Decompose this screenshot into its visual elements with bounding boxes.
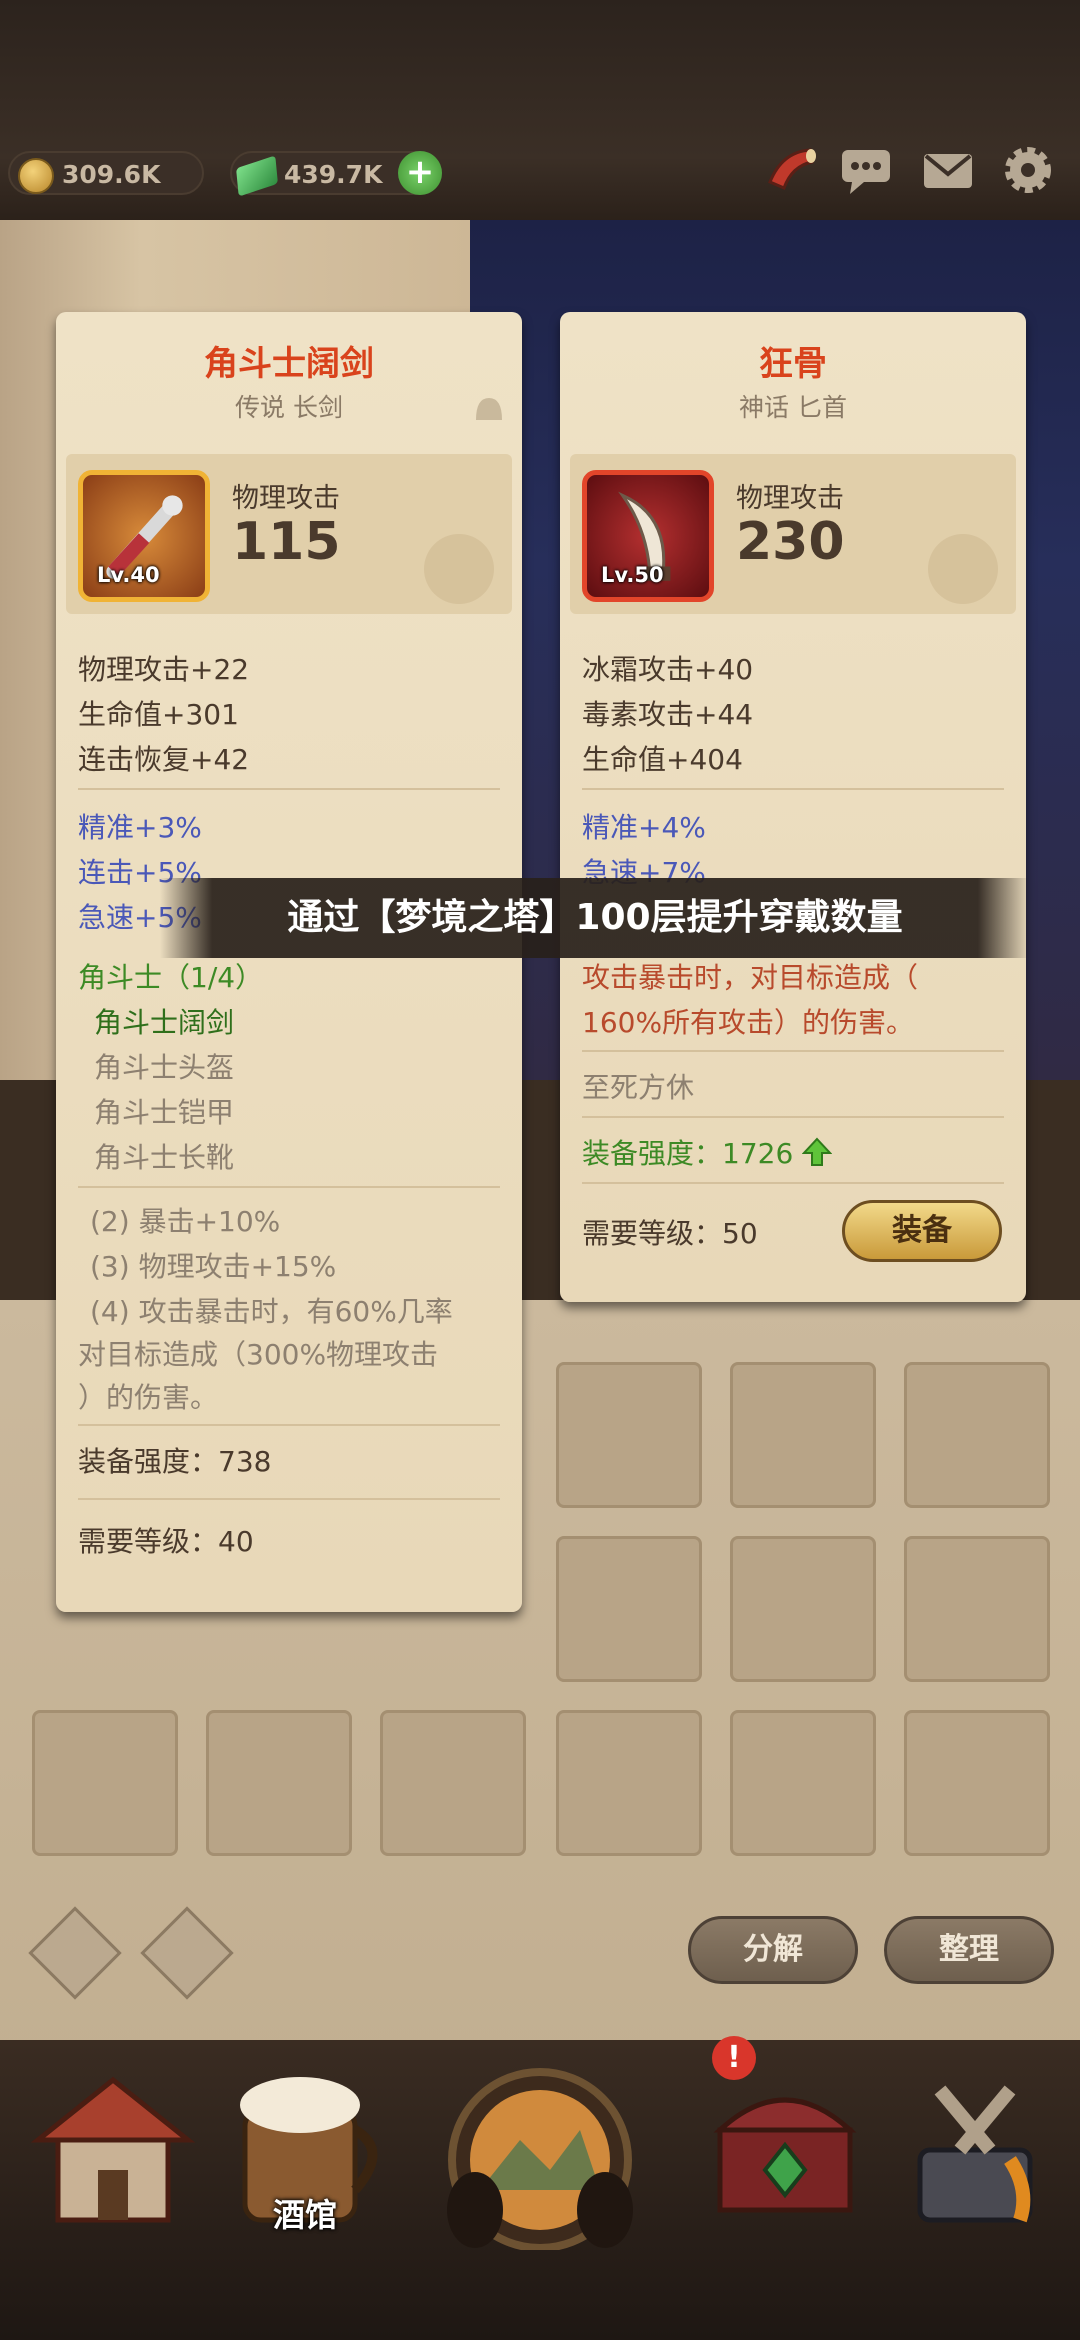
required-level: 需要等级：40 xyxy=(78,1525,254,1558)
left-item-tooltip: 角斗士阔剑 传说 长剑 Lv.40 物理攻击 115 物理攻击+22 生命值+3… xyxy=(56,312,522,1612)
town-hall-icon xyxy=(30,2076,196,2223)
inventory-slot[interactable] xyxy=(206,1710,352,1856)
notification-badge: ! xyxy=(712,2036,756,2080)
base-stat: 生命值+404 xyxy=(582,743,743,776)
base-stat: 冰霜攻击+40 xyxy=(582,653,754,686)
nav-shop[interactable] xyxy=(690,2050,880,2240)
main-stat-value: 115 xyxy=(232,512,341,572)
divider xyxy=(582,788,1004,790)
base-stat: 物理攻击+22 xyxy=(78,653,250,686)
base-stat: 毒素攻击+44 xyxy=(582,698,754,731)
set-item: 角斗士长靴 xyxy=(94,1141,235,1174)
required-level: 需要等级：50 xyxy=(582,1217,758,1250)
item-name: 角斗士阔剑 xyxy=(204,344,374,384)
forge-anvil-icon xyxy=(917,2085,1033,2223)
inventory-slot[interactable] xyxy=(904,1710,1050,1856)
item-icon-dagger: Lv.50 xyxy=(582,470,714,602)
main-stat-box: Lv.50 物理攻击 230 xyxy=(570,454,1016,614)
set-bonus: (3) 物理攻击+15% xyxy=(90,1250,337,1283)
special-effect: 160%所有攻击）的伤害。 xyxy=(582,1006,915,1039)
adventure-portal-icon xyxy=(447,2068,633,2252)
set-item: 角斗士铠甲 xyxy=(94,1096,235,1129)
main-stat-label: 物理攻击 xyxy=(232,483,340,514)
gold-amount: 309.6K xyxy=(62,160,161,189)
set-name: 角斗士（1/4） xyxy=(78,961,264,994)
main-stat-value: 230 xyxy=(736,512,845,572)
item-rarity-type: 传说 长剑 xyxy=(235,393,343,422)
divider xyxy=(582,1182,1004,1184)
set-item: 角斗士头盔 xyxy=(94,1051,235,1084)
divider xyxy=(582,1050,1004,1052)
weapon-watermark-icon xyxy=(424,534,494,604)
set-bonus: (4) 攻击暴击时，有60%几率 xyxy=(90,1295,453,1328)
main-stat-box: Lv.40 物理攻击 115 xyxy=(66,454,512,614)
main-stat-label: 物理攻击 xyxy=(736,483,844,514)
item-name: 狂骨 xyxy=(759,344,827,384)
divider xyxy=(582,1116,1004,1118)
power-up-arrow-icon xyxy=(801,1137,833,1166)
gold-coin-icon xyxy=(18,158,54,194)
inventory-slot[interactable] xyxy=(730,1362,876,1508)
base-stat: 连击恢复+42 xyxy=(78,743,250,776)
sort-button[interactable]: 整理 xyxy=(884,1916,1054,1984)
inventory-slot[interactable] xyxy=(730,1710,876,1856)
chat-icon[interactable] xyxy=(838,142,894,198)
inventory-slot[interactable] xyxy=(556,1710,702,1856)
gem-amount: 439.7K xyxy=(284,160,383,189)
nav-tavern-label: 酒馆 xyxy=(272,2196,337,2234)
settings-gear-icon[interactable] xyxy=(1000,142,1056,198)
gem-counter[interactable]: 439.7K + xyxy=(230,151,442,197)
bonus-stat: 精准+3% xyxy=(78,811,202,844)
weapon-watermark-icon xyxy=(928,534,998,604)
item-level: Lv.50 xyxy=(601,563,664,587)
nav-town[interactable] xyxy=(18,2050,208,2240)
nav-forge[interactable] xyxy=(880,2050,1070,2240)
inventory-slot[interactable] xyxy=(904,1362,1050,1508)
nav-adventure[interactable] xyxy=(420,2050,660,2252)
right-item-tooltip: 狂骨 神话 匕首 Lv.50 物理攻击 230 冰霜攻击+40 毒素攻击+44 … xyxy=(560,312,1026,1302)
inventory-slot[interactable] xyxy=(556,1362,702,1508)
gold-counter[interactable]: 309.6K xyxy=(8,151,204,195)
divider xyxy=(78,1498,500,1500)
set-bonus: ）的伤害。 xyxy=(78,1381,219,1414)
unlock-hint-banner: 通过【梦境之塔】100层提升穿戴数量 xyxy=(160,878,1030,958)
equipment-power: 装备强度：738 xyxy=(78,1445,272,1478)
effect-name: 至死方休 xyxy=(582,1071,695,1104)
inventory-slot[interactable] xyxy=(380,1710,526,1856)
helmet-icon xyxy=(476,398,502,420)
item-level: Lv.40 xyxy=(97,563,160,587)
divider xyxy=(78,1186,500,1188)
set-bonus: 对目标造成（300%物理攻击 xyxy=(78,1338,439,1371)
bonus-stat: 精准+4% xyxy=(582,811,706,844)
horn-icon[interactable] xyxy=(762,142,818,198)
decompose-button[interactable]: 分解 xyxy=(688,1916,858,1984)
inventory-slot[interactable] xyxy=(556,1536,702,1682)
divider xyxy=(78,1424,500,1426)
treasure-chest-icon xyxy=(713,2097,857,2213)
set-item: 角斗士阔剑 xyxy=(94,1006,235,1039)
inventory-slot[interactable] xyxy=(32,1710,178,1856)
inventory-slot[interactable] xyxy=(904,1536,1050,1682)
mail-icon[interactable] xyxy=(920,142,976,198)
item-rarity-type: 神话 匕首 xyxy=(739,393,847,422)
divider xyxy=(78,788,500,790)
equip-button[interactable]: 装备 xyxy=(842,1200,1002,1262)
nav-tavern[interactable]: 酒馆 xyxy=(210,2050,400,2240)
set-bonus: (2) 暴击+10% xyxy=(90,1205,281,1238)
inventory-slot[interactable] xyxy=(730,1536,876,1682)
special-effect: 攻击暴击时，对目标造成（ xyxy=(582,961,919,994)
item-icon-sword: Lv.40 xyxy=(78,470,210,602)
green-gem-icon xyxy=(236,155,278,197)
add-gems-button[interactable]: + xyxy=(398,151,442,195)
equipment-power: 装备强度：1726 xyxy=(582,1132,833,1172)
base-stat: 生命值+301 xyxy=(78,698,239,731)
